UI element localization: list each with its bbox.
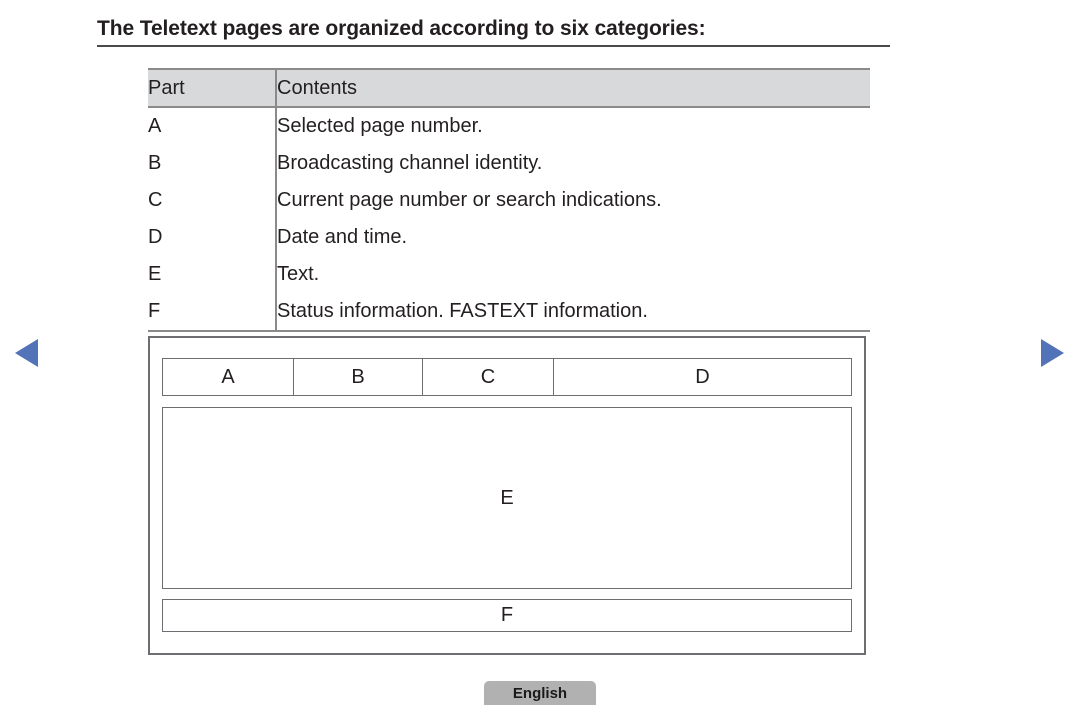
cell-contents: Current page number or search indication…	[275, 182, 870, 219]
cell-contents: Status information. FASTEXT information.	[275, 293, 870, 332]
table-header: Part Contents	[148, 68, 870, 108]
language-button[interactable]: English	[484, 681, 596, 705]
categories-table-wrapper: Part Contents A Selected page number. B …	[148, 68, 870, 332]
page-title-block: The Teletext pages are organized accordi…	[97, 16, 890, 47]
table-body: A Selected page number. B Broadcasting c…	[148, 107, 870, 332]
triangle-right-icon[interactable]	[1041, 339, 1064, 367]
cell-part: D	[148, 226, 163, 248]
diagram-inner: A B C D E F	[162, 358, 852, 632]
diagram-region-c: C	[423, 359, 554, 395]
diagram-region-f: F	[162, 599, 852, 632]
diagram-region-a: A	[163, 359, 294, 395]
cell-part: E	[148, 263, 162, 285]
diagram-region-b: B	[294, 359, 423, 395]
column-header-contents: Contents	[275, 68, 870, 108]
title-divider	[97, 45, 890, 47]
cell-contents: Date and time.	[275, 219, 870, 256]
table-row: D Date and time.	[148, 219, 870, 256]
table-row: C Current page number or search indicati…	[148, 182, 870, 219]
column-header-part: Part	[148, 68, 276, 108]
cell-contents: Selected page number.	[275, 107, 870, 145]
diagram-region-e: E	[162, 407, 852, 589]
categories-table: Part Contents A Selected page number. B …	[148, 68, 870, 332]
table-row: A Selected page number.	[148, 107, 870, 145]
cell-contents: Broadcasting channel identity.	[275, 145, 870, 182]
cell-part: B	[148, 152, 162, 174]
table-row: E Text.	[148, 256, 870, 293]
cell-part: A	[148, 115, 162, 137]
table-row: F Status information. FASTEXT informatio…	[148, 293, 870, 332]
diagram-region-d: D	[695, 365, 710, 388]
cell-part: C	[148, 189, 163, 211]
triangle-left-icon[interactable]	[15, 339, 38, 367]
table-header-row: Part Contents	[148, 68, 870, 108]
teletext-layout-diagram: A B C D E F	[148, 336, 866, 655]
cell-contents: Text.	[275, 256, 870, 293]
cell-part: F	[148, 293, 276, 332]
table-row: B Broadcasting channel identity.	[148, 145, 870, 182]
page-title: The Teletext pages are organized accordi…	[97, 17, 706, 40]
diagram-top-row: A B C D	[162, 358, 852, 396]
